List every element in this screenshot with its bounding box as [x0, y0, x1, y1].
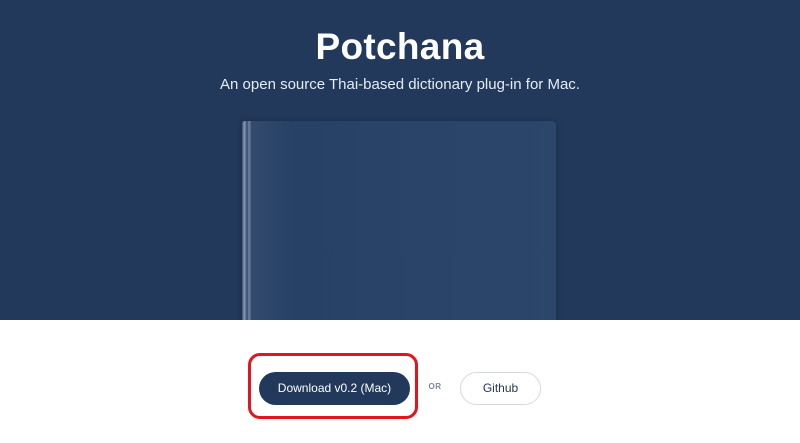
or-separator: OR — [428, 382, 442, 391]
book-spine — [242, 121, 252, 320]
book-gloss — [252, 121, 292, 320]
github-button[interactable]: Github — [460, 372, 541, 405]
app-title: Potchana — [315, 26, 485, 67]
download-button[interactable]: Download v0.2 (Mac) — [259, 372, 410, 405]
hero-section: Potchana An open source Thai-based dicti… — [0, 0, 800, 320]
dictionary-book-illustration — [242, 121, 556, 320]
app-tagline: An open source Thai-based dictionary plu… — [220, 76, 580, 93]
